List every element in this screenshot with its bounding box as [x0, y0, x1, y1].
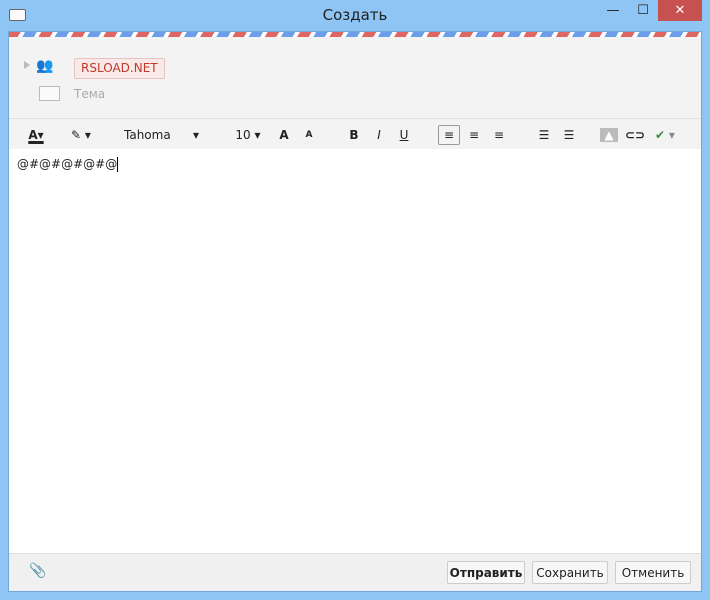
chevron-down-icon: ▾	[254, 128, 261, 142]
close-button[interactable]: ✕	[658, 0, 702, 21]
bullet-list-button[interactable]: ☰	[533, 125, 555, 145]
font-color-button[interactable]: A ▾	[23, 125, 49, 145]
compose-window: 👥 RSLOAD.NET Тема A ▾ ✎ ▾ Tahoma ▾ 10 ▾ A …	[8, 31, 702, 592]
italic-button[interactable]: I	[370, 125, 388, 145]
send-button[interactable]: Отправить	[447, 561, 525, 584]
numbered-list-button[interactable]: ☰	[558, 125, 580, 145]
insert-image-icon[interactable]: ▲	[600, 128, 618, 142]
attach-icon[interactable]: 📎	[29, 563, 46, 579]
body-text: @#@#@#@#@	[17, 157, 118, 171]
chevron-down-icon: ▾	[192, 128, 199, 142]
recipient-chip[interactable]: RSLOAD.NET	[74, 58, 165, 79]
bold-button[interactable]: B	[345, 125, 363, 145]
chevron-down-icon: ▾	[37, 128, 44, 142]
link-icon[interactable]: ⊂⊃	[624, 125, 646, 145]
chevron-down-icon: ▾	[84, 128, 91, 142]
message-body[interactable]: @#@#@#@#@	[9, 149, 701, 554]
size-value: 10	[235, 128, 251, 142]
align-center-button[interactable]: ≡	[463, 125, 485, 145]
spellcheck-icon: ✔	[655, 128, 666, 142]
grow-font-button[interactable]: A	[275, 125, 293, 145]
maximize-button[interactable]: ☐	[628, 0, 658, 21]
subject-input[interactable]: Тема	[74, 87, 105, 101]
highlight-button[interactable]: ✎ ▾	[64, 125, 98, 145]
expand-triangle-icon[interactable]	[24, 61, 30, 69]
text-caret	[117, 157, 119, 172]
shrink-font-button[interactable]: A	[300, 125, 318, 145]
title-bar: Создать — ☐ ✕	[0, 0, 710, 31]
footer: 📎 Отправить Сохранить Отменить	[9, 553, 701, 591]
font-color-icon: A	[28, 128, 38, 142]
cancel-button[interactable]: Отменить	[615, 561, 691, 584]
highlighter-icon: ✎	[71, 128, 82, 142]
spellcheck-button[interactable]: ✔ ▾	[650, 125, 680, 145]
subject-envelope-icon	[39, 86, 60, 101]
font-value: Tahoma	[124, 128, 171, 142]
align-left-button[interactable]: ≡	[438, 125, 460, 145]
minimize-button[interactable]: —	[598, 0, 628, 21]
save-button[interactable]: Сохранить	[532, 561, 608, 584]
contacts-icon[interactable]: 👥	[36, 58, 54, 74]
font-select[interactable]: Tahoma ▾	[124, 125, 199, 145]
chevron-down-icon: ▾	[668, 128, 675, 142]
format-toolbar: A ▾ ✎ ▾ Tahoma ▾ 10 ▾ A A B I U ≡ ≡ ≡ ☰ ☰ …	[9, 118, 701, 150]
size-select[interactable]: 10 ▾	[234, 125, 262, 145]
underline-button[interactable]: U	[395, 125, 413, 145]
align-right-button[interactable]: ≡	[488, 125, 510, 145]
